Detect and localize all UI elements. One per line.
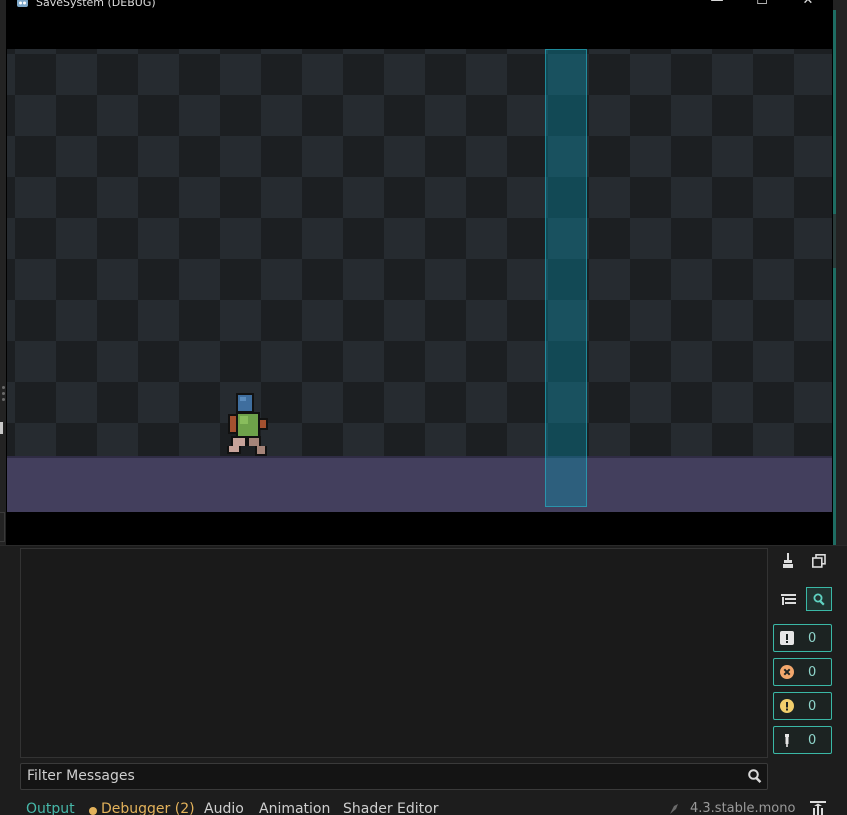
toggle-timestamps-button[interactable] [775, 587, 801, 611]
toggle-search-button[interactable] [806, 587, 832, 611]
tab-output[interactable]: Output [26, 801, 75, 815]
game-window[interactable]: SaveSystem (DEBUG) — ☐ ✕ [7, 0, 832, 544]
error-icon [780, 665, 794, 679]
toggle-timestamps-icon [780, 593, 796, 605]
warnings-count: 0 [808, 699, 817, 714]
tab-audio[interactable]: Audio [204, 801, 244, 815]
filter-messages-placeholder: Filter Messages [27, 768, 135, 784]
left-panel-marker [0, 422, 3, 434]
left-panel-field-edge [0, 512, 5, 542]
filter-errors-toggle[interactable]: 0 [773, 658, 832, 686]
editor-right-accent-line [833, 10, 836, 545]
tab-debugger[interactable]: Debugger (2) [101, 801, 195, 815]
output-log[interactable] [20, 548, 768, 758]
clear-output-button[interactable] [775, 549, 801, 573]
godot-icon [16, 0, 30, 9]
ground-floor [7, 458, 832, 512]
tab-shader-editor[interactable]: Shader Editor [343, 801, 438, 815]
pin-panel-icon[interactable] [810, 801, 826, 815]
copy-icon [812, 554, 826, 568]
screen: SaveSystem (DEBUG) — ☐ ✕ 0 0 0 0 Filter … [0, 0, 847, 815]
game-window-titlebar[interactable]: SaveSystem (DEBUG) — ☐ ✕ [7, 0, 832, 9]
messages-count: 0 [808, 631, 817, 646]
search-icon [813, 593, 825, 605]
message-icon [780, 631, 794, 645]
errors-count: 0 [808, 665, 817, 680]
drag-handle-icon[interactable] [2, 386, 5, 402]
minimize-button[interactable]: — [702, 0, 732, 8]
maximize-button[interactable]: ☐ [747, 0, 777, 8]
player-character [227, 393, 268, 456]
panel-divider[interactable] [0, 545, 847, 546]
editor-left-panel-edge [0, 0, 7, 545]
editor-message-icon [785, 734, 789, 747]
tab-animation[interactable]: Animation [259, 801, 330, 815]
close-button[interactable]: ✕ [793, 0, 823, 8]
trigger-area [545, 49, 587, 507]
game-viewport[interactable] [7, 49, 832, 512]
clear-output-icon [783, 553, 793, 568]
filter-search-icon [748, 769, 762, 783]
version-label: 4.3.stable.mono [690, 801, 796, 815]
filter-messages-input[interactable]: Filter Messages [20, 763, 768, 790]
warning-icon [780, 699, 794, 713]
debugger-status-icon [89, 807, 97, 815]
filter-warnings-toggle[interactable]: 0 [773, 692, 832, 720]
editor-messages-count: 0 [808, 733, 817, 748]
filter-editor-messages-toggle[interactable]: 0 [773, 726, 832, 754]
copy-button[interactable] [806, 549, 832, 573]
version-icon [670, 804, 678, 814]
filter-messages-toggle[interactable]: 0 [773, 624, 832, 652]
window-title: SaveSystem (DEBUG) [36, 0, 156, 9]
